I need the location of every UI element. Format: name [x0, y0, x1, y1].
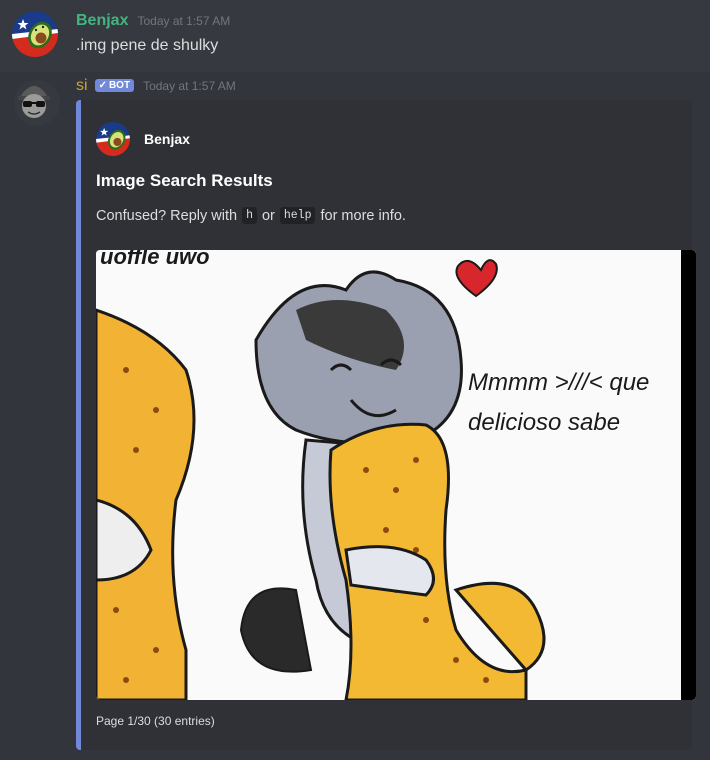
embed-image-illustration: uoffle uwo Mmmm >///< que delicioso sabe	[96, 250, 696, 700]
si-avatar[interactable]	[14, 80, 60, 126]
timestamp: Today at 1:57 AM	[137, 14, 231, 28]
image-caption-line2: delicioso sabe	[468, 409, 620, 436]
username[interactable]: si	[76, 77, 88, 95]
avocado-avatar-icon	[96, 122, 130, 156]
message-header: Benjax Today at 1:57 AM	[76, 12, 230, 30]
image-top-text: uoffle uwo	[100, 250, 210, 269]
embed: Benjax Image Search Results Confused? Re…	[76, 100, 696, 750]
code-help: help	[279, 207, 316, 224]
desc-or: or	[261, 207, 275, 224]
avocado-avatar-icon	[12, 11, 58, 57]
embed-author-avatar	[96, 122, 130, 156]
desc-suffix: for more info.	[320, 207, 406, 224]
embed-footer: Page 1/30 (30 entries)	[96, 714, 215, 728]
desc-prefix: Confused? Reply with	[96, 207, 238, 224]
embed-author-name[interactable]: Benjax	[144, 131, 190, 147]
embed-image[interactable]: uoffle uwo Mmmm >///< que delicioso sabe	[96, 250, 696, 700]
message-header: si ✓ BOT Today at 1:57 AM	[76, 77, 236, 95]
message-content: .img pene de shulky	[76, 37, 219, 54]
embed-description: Confused? Reply with h or help for more …	[96, 207, 406, 224]
sunglasses-bot-avatar-icon	[18, 86, 50, 118]
embed-title: Image Search Results	[96, 171, 273, 190]
bot-tag: ✓ BOT	[94, 79, 135, 92]
message-1: Benjax Today at 1:57 AM .img pene de shu…	[0, 0, 710, 72]
code-h: h	[242, 207, 257, 224]
embed-author: Benjax	[96, 122, 190, 156]
username[interactable]: Benjax	[76, 12, 128, 30]
image-caption-line1: Mmmm >///< que	[468, 369, 649, 396]
check-icon: ✓	[98, 80, 107, 91]
benjax-avatar[interactable]	[12, 11, 58, 57]
timestamp: Today at 1:57 AM	[143, 79, 236, 93]
message-2: si ✓ BOT Today at 1:57 AM Benjax Image S…	[0, 72, 710, 760]
bot-tag-label: BOT	[108, 80, 131, 91]
